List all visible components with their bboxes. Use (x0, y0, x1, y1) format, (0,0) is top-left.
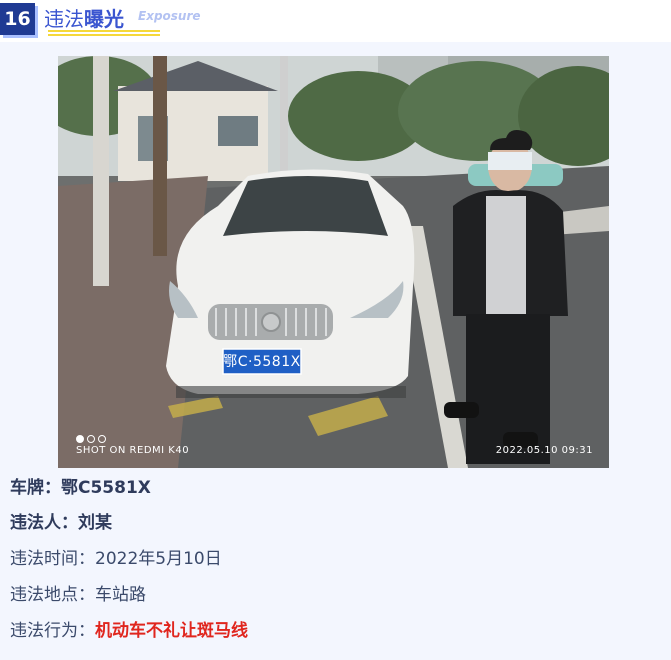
section-title: 违法曝光 (44, 6, 124, 32)
section-title-part1: 违法 (44, 7, 84, 31)
section-title-part2: 曝光 (84, 7, 124, 31)
carousel-dot-2[interactable] (87, 435, 95, 443)
section-header: 16 违法曝光 Exposure (0, 0, 671, 42)
violation-location-label: 违法地点： (10, 585, 95, 605)
plate-label: 车牌： (10, 478, 61, 498)
violation-location-row: 违法地点：车站路 (10, 582, 146, 608)
section-subtitle: Exposure (138, 9, 201, 23)
violation-behavior-row: 违法行为：机动车不礼让斑马线 (10, 618, 248, 644)
camera-watermark: SHOT ON REDMI K40 (76, 445, 190, 456)
photo-carousel-dots[interactable] (76, 428, 109, 443)
offender-row: 违法人：刘某 (10, 510, 112, 536)
title-underline-decoration (48, 30, 160, 36)
section-number-badge: 16 (0, 3, 35, 35)
carousel-dot-1[interactable] (76, 435, 84, 443)
violation-photo[interactable]: 鄂C·5581X SHOT ON REDMI K40 2022.05.10 09… (58, 56, 609, 468)
violation-location-value: 车站路 (95, 585, 146, 605)
license-plate-text: 鄂C·5581X (223, 354, 301, 370)
plate-row: 车牌：鄂C5581X (10, 475, 151, 501)
violation-time-value: 2022年5月10日 (95, 549, 222, 569)
violation-time-row: 违法时间：2022年5月10日 (10, 546, 222, 572)
violation-behavior-label: 违法行为： (10, 621, 95, 641)
offender-label: 违法人： (10, 513, 78, 533)
plate-value: 鄂C5581X (61, 478, 151, 498)
violation-time-label: 违法时间： (10, 549, 95, 569)
violation-photo-illustration (58, 56, 609, 468)
violation-behavior-value: 机动车不礼让斑马线 (95, 621, 248, 641)
offender-value: 刘某 (78, 513, 112, 533)
photo-timestamp: 2022.05.10 09:31 (495, 445, 593, 456)
carousel-dot-3[interactable] (98, 435, 106, 443)
